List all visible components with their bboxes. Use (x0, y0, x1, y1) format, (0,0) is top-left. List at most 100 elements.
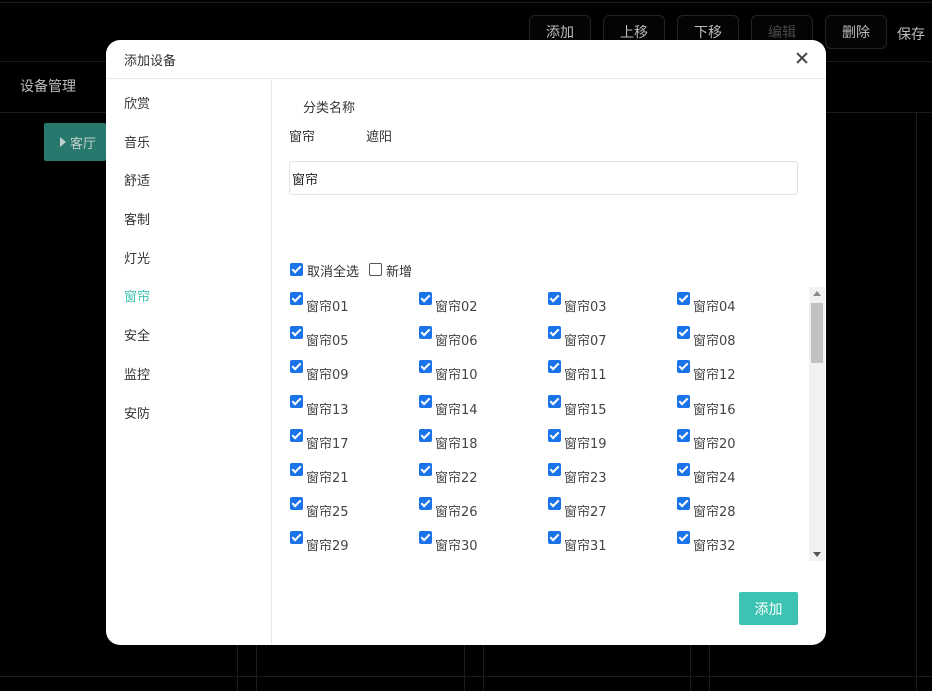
device-checkbox[interactable] (677, 428, 690, 442)
device-item[interactable]: 窗帘09 (290, 359, 419, 393)
dialog-content: 分类名称 窗帘 遮阳 取消全选 新增 窗帘01窗帘02窗帘03窗帘04窗帘05窗… (272, 79, 826, 645)
scroll-up-icon[interactable] (813, 291, 821, 296)
device-checkbox[interactable] (419, 531, 432, 545)
category-item[interactable]: 客制 (124, 209, 150, 228)
device-item[interactable]: 窗帘26 (419, 496, 548, 530)
device-checkbox[interactable] (677, 394, 690, 408)
device-checkbox[interactable] (419, 428, 432, 442)
close-icon[interactable] (792, 48, 812, 68)
device-checkbox[interactable] (548, 531, 561, 545)
device-label: 窗帘08 (693, 334, 736, 350)
device-label: 窗帘21 (306, 470, 349, 486)
device-checkbox[interactable] (419, 360, 432, 374)
device-checkbox[interactable] (419, 394, 432, 408)
device-item[interactable]: 窗帘28 (677, 496, 806, 530)
category-name-input[interactable] (289, 161, 798, 195)
device-label: 窗帘23 (564, 470, 607, 486)
category-item[interactable]: 安全 (124, 325, 150, 344)
device-label: 窗帘19 (564, 436, 607, 452)
select-all-checkbox[interactable] (290, 263, 303, 276)
device-checkbox[interactable] (419, 497, 432, 511)
device-list-scrollbar[interactable] (809, 287, 825, 561)
device-checkbox[interactable] (548, 292, 561, 305)
device-item[interactable]: 窗帘08 (677, 325, 806, 359)
device-item[interactable]: 窗帘03 (548, 291, 677, 325)
device-checkbox[interactable] (290, 497, 303, 511)
device-checkbox[interactable] (290, 360, 303, 374)
device-item[interactable]: 窗帘23 (548, 462, 677, 496)
device-checkbox[interactable] (548, 497, 561, 511)
category-item[interactable]: 音乐 (124, 132, 150, 151)
device-checkbox[interactable] (290, 462, 303, 476)
category-item[interactable]: 监控 (124, 364, 150, 383)
category-item[interactable]: 灯光 (124, 248, 150, 267)
device-item[interactable]: 窗帘18 (419, 428, 548, 462)
device-label: 窗帘11 (564, 368, 607, 384)
device-item[interactable]: 窗帘30 (419, 530, 548, 561)
add-button[interactable]: 添加 (739, 592, 798, 625)
device-checkbox[interactable] (677, 326, 690, 340)
device-checkbox[interactable] (419, 326, 432, 340)
device-checkbox[interactable] (677, 497, 690, 511)
category-item[interactable]: 安防 (124, 403, 150, 422)
device-checkbox[interactable] (290, 531, 303, 545)
device-item[interactable]: 窗帘13 (290, 394, 419, 428)
add-device-dialog: 添加设备 欣赏 音乐 舒适 客制 灯光 窗帘 安全 监控 安防 分类名称 窗帘 … (106, 40, 826, 645)
device-item[interactable]: 窗帘04 (677, 291, 806, 325)
device-label: 窗帘14 (435, 402, 478, 418)
category-list: 欣赏 音乐 舒适 客制 灯光 窗帘 安全 监控 安防 (106, 79, 272, 645)
device-checkbox[interactable] (290, 428, 303, 442)
device-item[interactable]: 窗帘21 (290, 462, 419, 496)
device-item[interactable]: 窗帘24 (677, 462, 806, 496)
device-item[interactable]: 窗帘17 (290, 428, 419, 462)
device-checkbox[interactable] (677, 531, 690, 545)
device-label: 窗帘30 (435, 539, 478, 555)
device-item[interactable]: 窗帘31 (548, 530, 677, 561)
device-item[interactable]: 窗帘29 (290, 530, 419, 561)
device-checkbox[interactable] (677, 360, 690, 374)
device-checkbox[interactable] (290, 394, 303, 408)
device-checkbox[interactable] (419, 292, 432, 305)
device-item[interactable]: 窗帘22 (419, 462, 548, 496)
new-control[interactable]: 新增 (369, 259, 412, 280)
device-item[interactable]: 窗帘02 (419, 291, 548, 325)
scroll-thumb[interactable] (811, 303, 823, 363)
device-item[interactable]: 窗帘07 (548, 325, 677, 359)
scroll-down-icon[interactable] (813, 552, 821, 557)
device-item[interactable]: 窗帘19 (548, 428, 677, 462)
device-item[interactable]: 窗帘11 (548, 359, 677, 393)
device-item[interactable]: 窗帘20 (677, 428, 806, 462)
name-option[interactable]: 遮阳 (366, 126, 392, 145)
device-item[interactable]: 窗帘10 (419, 359, 548, 393)
device-label: 窗帘17 (306, 436, 349, 452)
category-item[interactable]: 欣赏 (124, 93, 150, 112)
device-item[interactable]: 窗帘01 (290, 291, 419, 325)
device-checkbox[interactable] (290, 326, 303, 340)
device-label: 窗帘15 (564, 402, 607, 418)
device-item[interactable]: 窗帘25 (290, 496, 419, 530)
new-checkbox[interactable] (369, 263, 382, 276)
device-checkbox[interactable] (677, 462, 690, 476)
device-checkbox[interactable] (548, 462, 561, 476)
device-item[interactable]: 窗帘27 (548, 496, 677, 530)
device-checkbox[interactable] (548, 428, 561, 442)
category-item[interactable]: 舒适 (124, 170, 150, 189)
device-item[interactable]: 窗帘05 (290, 325, 419, 359)
device-checkbox[interactable] (548, 394, 561, 408)
device-label: 窗帘02 (435, 300, 478, 315)
device-item[interactable]: 窗帘06 (419, 325, 548, 359)
device-item[interactable]: 窗帘14 (419, 394, 548, 428)
device-checkbox[interactable] (290, 292, 303, 305)
device-item[interactable]: 窗帘16 (677, 394, 806, 428)
device-item[interactable]: 窗帘15 (548, 394, 677, 428)
name-option[interactable]: 窗帘 (289, 126, 315, 145)
device-checkbox[interactable] (677, 292, 690, 305)
device-checkbox[interactable] (548, 326, 561, 340)
device-item[interactable]: 窗帘32 (677, 530, 806, 561)
device-label: 窗帘25 (306, 505, 349, 521)
device-checkbox[interactable] (548, 360, 561, 374)
device-checkbox[interactable] (419, 462, 432, 476)
device-item[interactable]: 窗帘12 (677, 359, 806, 393)
select-all-control[interactable]: 取消全选 (290, 259, 359, 280)
category-item-active[interactable]: 窗帘 (124, 286, 150, 305)
